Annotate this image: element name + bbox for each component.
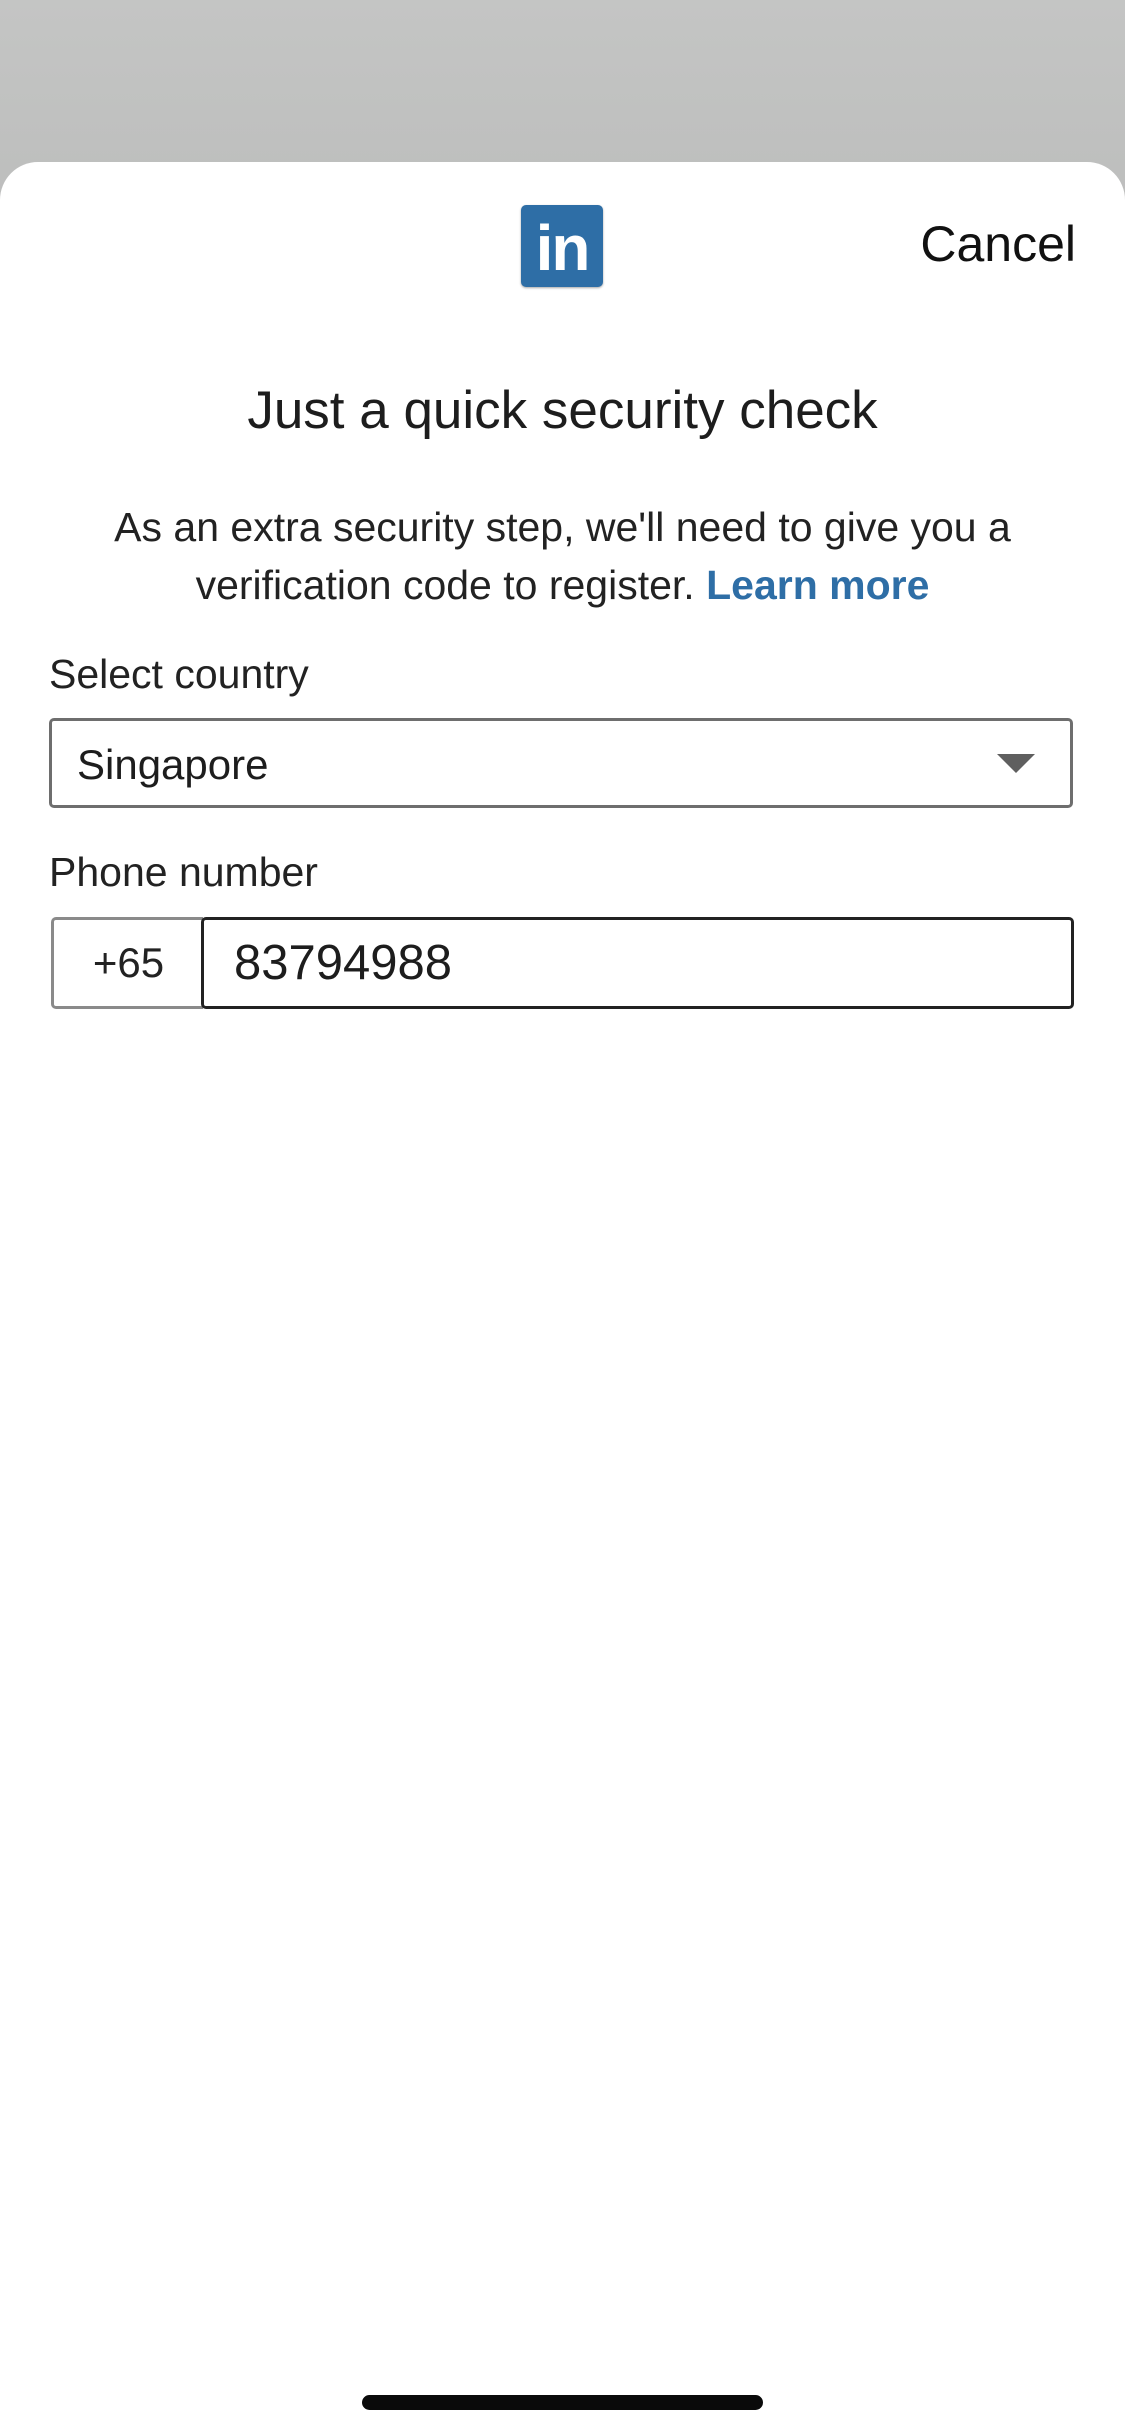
page-title: Just a quick security check — [247, 381, 878, 440]
select-country-label: Select country — [49, 651, 309, 697]
security-description: As an extra security step, we'll need to… — [60, 498, 1065, 614]
phone-number-label: Phone number — [49, 849, 318, 895]
phone-number-input[interactable] — [201, 917, 1074, 1009]
cancel-button[interactable]: Cancel — [920, 214, 1076, 274]
country-selected-value: Singapore — [77, 741, 269, 788]
security-check-sheet: in Cancel Just a quick security check As… — [0, 162, 1125, 2436]
country-select[interactable]: Singapore — [49, 718, 1073, 808]
learn-more-link[interactable]: Learn more — [706, 562, 929, 608]
logo-text: in — [535, 212, 591, 284]
country-code-prefix: +65 — [51, 917, 203, 1009]
home-indicator — [362, 2395, 763, 2410]
chevron-down-icon — [997, 754, 1035, 773]
linkedin-logo-icon: in — [521, 205, 603, 287]
